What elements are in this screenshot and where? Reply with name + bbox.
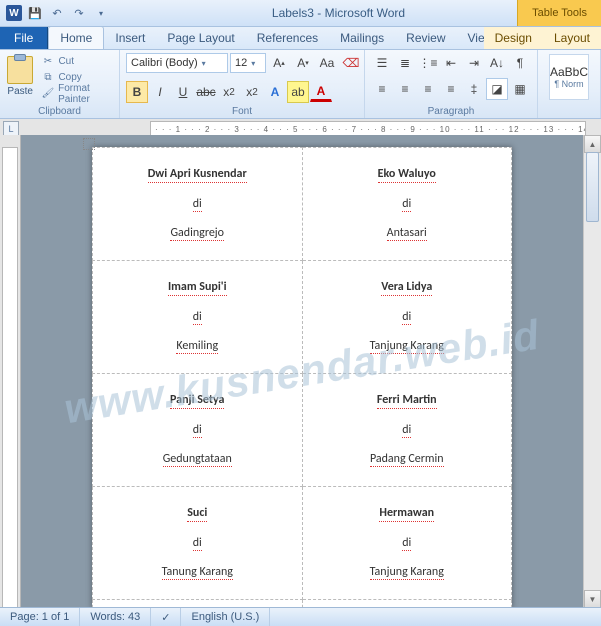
align-left-button[interactable]: ≡ [371, 78, 393, 100]
scroll-down-icon[interactable]: ▼ [584, 590, 601, 608]
decrease-indent-button[interactable]: ⇤ [440, 52, 462, 74]
highlight-button[interactable]: ab [287, 81, 309, 103]
tab-home[interactable]: Home [48, 26, 104, 49]
table-move-handle-icon[interactable] [83, 138, 95, 150]
qat-customize-icon[interactable]: ▾ [92, 4, 110, 22]
label-cell[interactable]: Panji SetyadiGedungtataan [93, 374, 303, 487]
label-cell[interactable]: Dwi Apri KusnendardiGadingrejo [93, 148, 303, 261]
status-words[interactable]: Words: 43 [80, 608, 151, 626]
group-font: Calibri (Body)▾ 12▾ A▴ A▾ Aa ⌫ B I U abc… [120, 50, 365, 118]
chevron-down-icon: ▾ [202, 59, 206, 68]
align-center-button[interactable]: ≡ [394, 78, 416, 100]
clear-formatting-button[interactable]: ⌫ [340, 52, 362, 74]
subscript-button[interactable]: x2 [218, 81, 240, 103]
undo-icon[interactable]: ↶ [48, 4, 66, 22]
workspace: Dwi Apri KusnendardiGadingrejo Eko Waluy… [0, 135, 601, 608]
paste-icon [7, 56, 33, 84]
italic-button[interactable]: I [149, 81, 171, 103]
status-page[interactable]: Page: 1 of 1 [0, 608, 80, 626]
bold-button[interactable]: B [126, 81, 148, 103]
save-icon[interactable]: 💾 [26, 4, 44, 22]
grow-font-button[interactable]: A▴ [268, 52, 290, 74]
scrollbar-vertical[interactable]: ▲ ▼ [583, 135, 601, 608]
strikethrough-button[interactable]: abc [195, 81, 217, 103]
contextual-tab-label: Table Tools [517, 0, 601, 26]
status-language[interactable]: English (U.S.) [181, 608, 270, 626]
scroll-up-icon[interactable]: ▲ [584, 135, 601, 153]
document-area[interactable]: Dwi Apri KusnendardiGadingrejo Eko Waluy… [21, 135, 583, 608]
table-row: Dwi Apri KusnendardiGadingrejo Eko Waluy… [93, 148, 512, 261]
table-row: SucidiTanung Karang HermawandiTanjung Ka… [93, 487, 512, 600]
font-size-select[interactable]: 12▾ [230, 53, 266, 73]
paste-button[interactable]: Paste [6, 52, 34, 97]
tab-layout[interactable]: Layout [543, 27, 601, 49]
underline-button[interactable]: U [172, 81, 194, 103]
bullets-button[interactable]: ☰ [371, 52, 393, 74]
change-case-button[interactable]: Aa [316, 52, 338, 74]
word-app-icon[interactable]: W [6, 5, 22, 21]
label-cell[interactable]: Eko WaluyodiAntasari [302, 148, 512, 261]
multilevel-list-button[interactable]: ⋮≡ [417, 52, 439, 74]
tab-design[interactable]: Design [484, 27, 543, 49]
sort-button[interactable]: A↓ [486, 52, 508, 74]
line-spacing-button[interactable]: ‡ [463, 78, 485, 100]
label-cell[interactable]: Ferri MartindiPadang Cermin [302, 374, 512, 487]
chevron-down-icon: ▾ [251, 59, 255, 68]
table-row: Imam Supi'idiKemiling Vera LidyadiTanjun… [93, 261, 512, 374]
show-marks-button[interactable]: ¶ [509, 52, 531, 74]
numbering-button[interactable]: ≣ [394, 52, 416, 74]
tab-file[interactable]: File [0, 27, 48, 49]
paste-label: Paste [7, 86, 33, 97]
label-cell[interactable]: Imam Supi'idiKemiling [93, 261, 303, 374]
redo-icon[interactable]: ↷ [70, 4, 88, 22]
font-group-label: Font [126, 105, 358, 118]
font-color-button[interactable]: A [310, 81, 332, 102]
copy-icon: ⧉ [41, 71, 54, 84]
ruler-gutter [0, 135, 21, 608]
contextual-tabs: Design Layout [484, 27, 601, 49]
page[interactable]: Dwi Apri KusnendardiGadingrejo Eko Waluy… [92, 147, 512, 608]
paragraph-group-label: Paragraph [371, 105, 531, 118]
shrink-font-button[interactable]: A▾ [292, 52, 314, 74]
font-family-select[interactable]: Calibri (Body)▾ [126, 53, 228, 73]
labels-table[interactable]: Dwi Apri KusnendardiGadingrejo Eko Waluy… [92, 147, 512, 608]
brush-icon: 🖌 [41, 87, 54, 100]
ribbon-tabs: File Home Insert Page Layout References … [0, 27, 601, 50]
tab-insert[interactable]: Insert [104, 27, 156, 49]
status-bar: Page: 1 of 1 Words: 43 ✓ English (U.S.) [0, 607, 601, 626]
group-paragraph: ☰ ≣ ⋮≡ ⇤ ⇥ A↓ ¶ ≡ ≡ ≡ ≡ ‡ ◪ ▦ Paragraph [365, 50, 538, 118]
increase-indent-button[interactable]: ⇥ [463, 52, 485, 74]
superscript-button[interactable]: x2 [241, 81, 263, 103]
justify-button[interactable]: ≡ [440, 78, 462, 100]
format-painter-button[interactable]: 🖌Format Painter [38, 86, 113, 101]
tab-mailings[interactable]: Mailings [329, 27, 395, 49]
shading-button[interactable]: ◪ [486, 78, 508, 100]
tab-references[interactable]: References [246, 27, 329, 49]
clipboard-group-label: Clipboard [6, 105, 113, 118]
cut-button[interactable]: ✂Cut [38, 54, 113, 69]
style-normal[interactable]: AaBbC ¶ Norm [549, 54, 589, 100]
borders-button[interactable]: ▦ [509, 78, 531, 100]
label-cell[interactable]: SucidiTanung Karang [93, 487, 303, 600]
status-proofing-icon[interactable]: ✓ [151, 608, 181, 626]
group-clipboard: Paste ✂Cut ⧉Copy 🖌Format Painter Clipboa… [0, 50, 120, 118]
quick-access-toolbar: W 💾 ↶ ↷ ▾ [0, 4, 116, 22]
tab-review[interactable]: Review [395, 27, 456, 49]
ribbon: Paste ✂Cut ⧉Copy 🖌Format Painter Clipboa… [0, 50, 601, 119]
label-cell[interactable]: HermawandiTanjung Karang [302, 487, 512, 600]
align-right-button[interactable]: ≡ [417, 78, 439, 100]
scroll-thumb[interactable] [586, 152, 599, 222]
group-styles: AaBbC ¶ Norm [538, 50, 601, 118]
title-bar: W 💾 ↶ ↷ ▾ Labels3 - Microsoft Word Table… [0, 0, 601, 27]
tab-page-layout[interactable]: Page Layout [156, 27, 245, 49]
label-cell[interactable]: Vera LidyadiTanjung Karang [302, 261, 512, 374]
cut-icon: ✂ [41, 55, 54, 68]
text-effects-button[interactable]: A [264, 81, 286, 103]
table-row: Panji SetyadiGedungtataan Ferri Martindi… [93, 374, 512, 487]
ruler-vertical[interactable] [2, 147, 18, 608]
